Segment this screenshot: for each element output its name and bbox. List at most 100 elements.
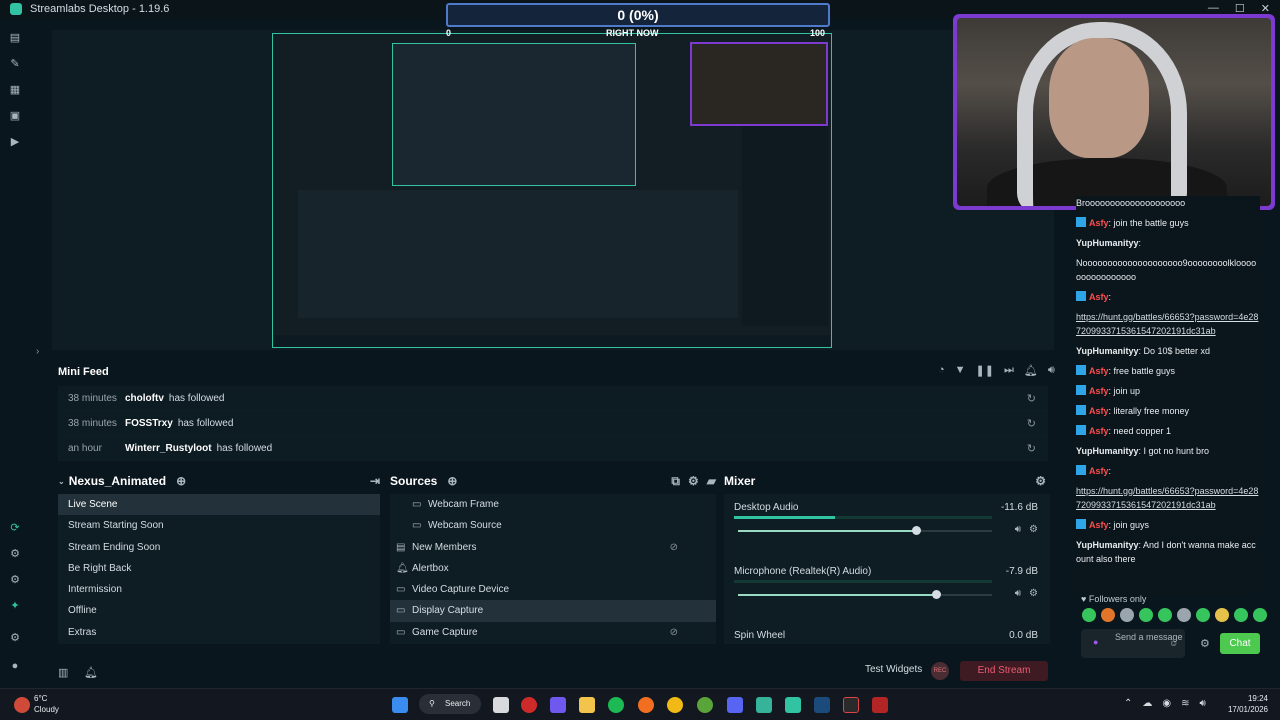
chat-text[interactable]: https://hunt.gg/battles/66653?password=4… [1076, 486, 1258, 510]
app-store-icon[interactable]: ⚙ [9, 574, 21, 586]
highlighter-icon[interactable]: ⟳ [9, 522, 21, 534]
collapse-icon[interactable]: ⌄ [58, 477, 65, 486]
discord-icon[interactable] [727, 697, 743, 713]
hidden-eye-icon[interactable]: ⊘ [670, 622, 678, 643]
chat-nick[interactable]: Asfy [1089, 520, 1109, 530]
app-icon[interactable] [843, 697, 859, 713]
chat-nick[interactable]: YupHumanityy [1076, 540, 1139, 550]
stats-icon[interactable]: ▥ [58, 666, 68, 679]
bell-icon[interactable]: 🔔︎ [1024, 364, 1038, 377]
scene-collection-name[interactable]: Nexus_Animated [69, 474, 166, 488]
volume-slider[interactable] [738, 590, 992, 599]
chat-nick[interactable]: Asfy [1089, 406, 1109, 416]
tray-app-icon[interactable]: ◉ [1162, 698, 1171, 709]
volume-icon[interactable]: 🔊︎ [1048, 364, 1055, 377]
scene-item[interactable]: Live Scene [58, 494, 380, 516]
emote-icon[interactable] [1082, 608, 1096, 622]
emote-icon[interactable] [1253, 608, 1267, 622]
emoji-icon[interactable]: ☺ [1169, 638, 1178, 649]
streamlabs-taskbar-icon[interactable] [785, 697, 801, 713]
test-widgets-button[interactable]: Test Widgets [865, 664, 922, 675]
channel-gear-icon[interactable]: ⚙ [1029, 524, 1038, 535]
mic-icon[interactable]: ● [1093, 637, 1098, 648]
taskview-icon[interactable] [493, 697, 509, 713]
emote-icon[interactable] [1139, 608, 1153, 622]
wifi-icon[interactable]: ≋ [1181, 698, 1189, 709]
copilot-icon[interactable] [550, 697, 566, 713]
source-item[interactable]: ▭ Webcam Frame [390, 494, 716, 515]
add-scene-icon[interactable]: ⊕ [176, 474, 186, 488]
emote-icon[interactable] [1120, 608, 1134, 622]
shield-icon[interactable] [872, 697, 888, 713]
explorer-icon[interactable] [579, 697, 595, 713]
scene-item[interactable]: Extras [58, 622, 380, 643]
streamlabs-chat-icon[interactable] [756, 697, 772, 713]
studio-icon[interactable]: ▣ [9, 110, 21, 122]
chat-nick[interactable]: Asfy [1089, 466, 1109, 476]
notification-icon[interactable]: 🔔︎ [84, 666, 98, 679]
volume-slider[interactable] [738, 526, 992, 535]
feed-user[interactable]: Winterr_Rustyloot [125, 443, 212, 454]
weather-widget[interactable]: 6°C Cloudy [34, 693, 59, 715]
emote-icon[interactable] [1215, 608, 1229, 622]
replay-icon[interactable]: ↻ [1027, 417, 1036, 430]
replay-icon[interactable]: ↻ [1027, 442, 1036, 455]
scene-item[interactable]: Stream Starting Soon [58, 515, 380, 536]
chat-send-button[interactable]: Chat [1220, 633, 1260, 654]
source-item[interactable]: ▭ Game Capture ⊘ [390, 622, 716, 643]
replay-icon[interactable]: ↻ [1027, 392, 1036, 405]
opera-icon[interactable] [521, 697, 537, 713]
chat-nick[interactable]: Asfy [1089, 386, 1109, 396]
source-item[interactable]: ▭ Webcam Source [390, 515, 716, 536]
chart-icon[interactable]: ◔ [938, 364, 945, 377]
mixer-settings-icon[interactable]: ⚙ [1035, 474, 1046, 488]
expand-chevron-icon[interactable]: › [36, 346, 39, 357]
scene-item[interactable]: Stream Ending Soon [58, 537, 380, 558]
source-item[interactable]: ▤ New Members ⊘ [390, 537, 716, 558]
scene-item[interactable]: Intermission [58, 579, 380, 600]
taskbar-search[interactable]: ⚲ Search [419, 694, 481, 714]
soundcloud-icon[interactable] [638, 697, 654, 713]
play-icon[interactable]: ▶ [9, 136, 21, 148]
add-source-icon[interactable]: ⊕ [447, 474, 457, 488]
source-item[interactable]: ▭ Video Capture Device [390, 579, 716, 600]
start-icon[interactable] [392, 697, 408, 713]
settings-icon[interactable]: ⚙ [9, 548, 21, 560]
feed-user[interactable]: choloftv [125, 393, 164, 404]
chrome-icon[interactable] [667, 697, 683, 713]
add-folder-icon[interactable]: ▰ [707, 474, 716, 489]
transition-icon[interactable]: ⇥ [370, 474, 380, 488]
scene-item[interactable]: Be Right Back [58, 558, 380, 579]
filter-icon[interactable]: ▼ [955, 364, 966, 377]
chat-nick[interactable]: YupHumanityy [1076, 446, 1139, 456]
emote-icon[interactable] [1177, 608, 1191, 622]
hidden-eye-icon[interactable]: ⊘ [670, 537, 678, 558]
chat-settings-icon[interactable]: ⚙ [1200, 637, 1210, 650]
taskbar-clock[interactable]: 19:24 17/01/2026 [1216, 693, 1268, 715]
channel-gear-icon[interactable]: ⚙ [1029, 588, 1038, 599]
speaker-icon[interactable]: 🔊︎ [1200, 698, 1206, 709]
record-button[interactable]: REC [931, 662, 949, 680]
tray-chevron-icon[interactable]: ⌃ [1124, 698, 1132, 709]
emote-icon[interactable] [1234, 608, 1248, 622]
chat-nick[interactable]: Asfy [1089, 218, 1109, 228]
chat-nick[interactable]: YupHumanityy [1076, 346, 1139, 356]
end-stream-button[interactable]: End Stream [960, 661, 1048, 681]
pause-icon[interactable]: ❚❚ [976, 364, 994, 377]
steam-icon[interactable] [814, 697, 830, 713]
chat-nick[interactable]: YupHumanityy [1076, 238, 1139, 248]
source-item[interactable]: ▭ Display Capture [390, 600, 716, 622]
scene-item[interactable]: Offline [58, 600, 380, 621]
editor-icon[interactable]: ▤ [9, 32, 21, 44]
source-filters-icon[interactable]: ⚙ [688, 474, 699, 489]
profile-icon[interactable]: ● [9, 660, 21, 672]
store-icon[interactable]: ▦ [9, 84, 21, 96]
cloud-icon[interactable]: ☁ [1142, 698, 1152, 709]
feed-user[interactable]: FOSSTrxy [125, 418, 173, 429]
ai-icon[interactable]: ✦ [9, 600, 21, 612]
chat-nick[interactable]: Asfy [1089, 366, 1109, 376]
gear-icon[interactable]: ⚙ [9, 632, 21, 644]
chat-input[interactable]: ● Send a message ☺ [1081, 629, 1185, 658]
chat-text[interactable]: https://hunt.gg/battles/66653?password=4… [1076, 312, 1258, 336]
emote-icon[interactable] [1196, 608, 1210, 622]
